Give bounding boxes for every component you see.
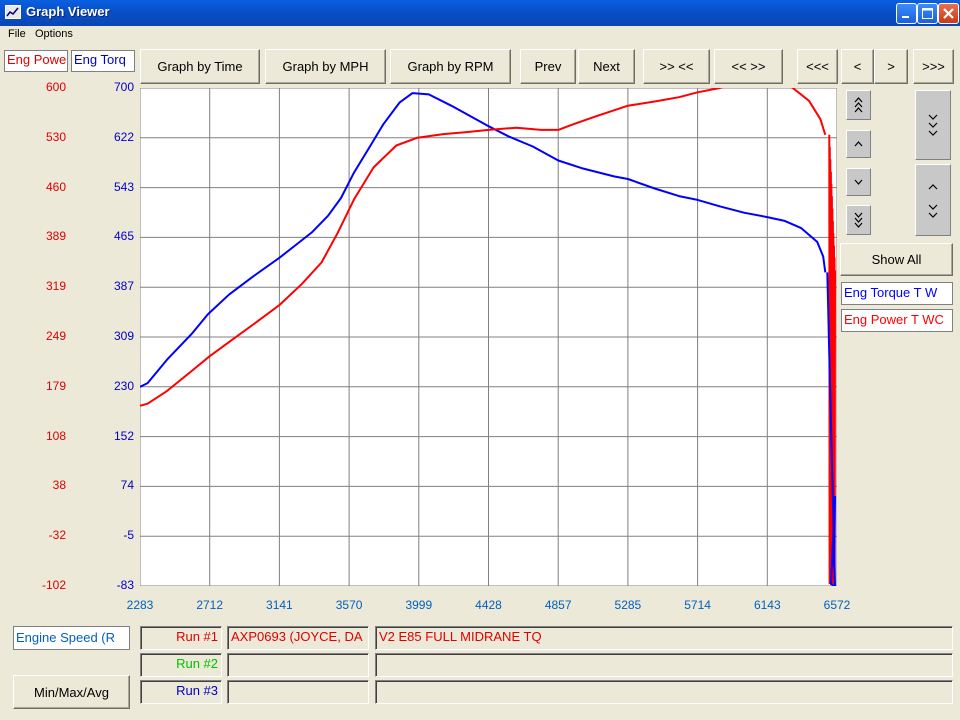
graph-by-mph-button[interactable]: Graph by MPH bbox=[265, 49, 386, 84]
zoom-out-button[interactable]: << >> bbox=[714, 49, 783, 84]
chevrons-up-down-icon bbox=[928, 184, 938, 218]
zoom-y-in-button[interactable] bbox=[915, 90, 951, 160]
title-bar: Graph Viewer bbox=[0, 0, 960, 26]
scroll-far-right-button[interactable]: >>> bbox=[913, 49, 954, 84]
scroll-down-fast-button[interactable] bbox=[846, 205, 871, 235]
legend-torque[interactable]: Eng Torque T W bbox=[841, 282, 953, 305]
power-tick-label: -32 bbox=[48, 528, 66, 543]
menu-options[interactable]: Options bbox=[35, 28, 73, 40]
maximize-icon bbox=[922, 8, 933, 19]
prev-button[interactable]: Prev bbox=[520, 49, 576, 84]
torque-tick-label: 230 bbox=[113, 378, 134, 393]
power-tick-label: 179 bbox=[45, 378, 66, 393]
next-button[interactable]: Next bbox=[578, 49, 635, 84]
menu-bar: File Options bbox=[0, 26, 960, 44]
power-axis-title[interactable]: Eng Powe bbox=[4, 50, 68, 72]
graph-by-time-button[interactable]: Graph by Time bbox=[140, 49, 260, 84]
torque-tick-label: 309 bbox=[113, 329, 134, 343]
minimize-button[interactable] bbox=[896, 3, 917, 24]
rpm-tick-label: 2283 bbox=[126, 598, 154, 612]
power-tick-label: 38 bbox=[52, 478, 66, 493]
rpm-tick-label: 3570 bbox=[335, 598, 363, 612]
window-title: Graph Viewer bbox=[26, 4, 110, 19]
graph-by-rpm-button[interactable]: Graph by RPM bbox=[390, 49, 511, 84]
torque-tick-label: 700 bbox=[113, 80, 134, 94]
torque-tick-label: -83 bbox=[116, 578, 134, 592]
power-tick-label: 389 bbox=[45, 229, 66, 244]
minimize-icon bbox=[902, 16, 909, 18]
close-icon bbox=[943, 8, 954, 19]
legend-power[interactable]: Eng Power T WC bbox=[841, 309, 953, 332]
zoom-in-button[interactable]: >> << bbox=[643, 49, 710, 84]
run-2-file[interactable] bbox=[227, 653, 369, 677]
torque-tick-label: 543 bbox=[113, 179, 134, 194]
scroll-up-fast-button[interactable] bbox=[846, 90, 871, 120]
scroll-right-button[interactable]: > bbox=[874, 49, 908, 84]
chevron-up-icon bbox=[854, 141, 863, 147]
close-button[interactable] bbox=[938, 3, 959, 24]
zoom-y-out-button[interactable] bbox=[915, 164, 951, 236]
run-3-description[interactable] bbox=[375, 680, 953, 704]
rpm-tick-label: 3999 bbox=[405, 598, 433, 612]
rpm-tick-label: 3141 bbox=[266, 598, 293, 612]
run-3-file[interactable] bbox=[227, 680, 369, 704]
power-tick-label: 108 bbox=[45, 428, 66, 443]
run-3-label: Run #3 bbox=[140, 680, 222, 704]
show-all-button[interactable]: Show All bbox=[840, 243, 953, 276]
run-1-label: Run #1 bbox=[140, 626, 222, 650]
scroll-left-button[interactable]: < bbox=[841, 49, 874, 84]
scroll-down-button[interactable] bbox=[846, 168, 871, 196]
torque-tick-label: 74 bbox=[120, 478, 134, 493]
power-series-line bbox=[139, 77, 827, 407]
rpm-tick-label: 6143 bbox=[753, 598, 781, 612]
rpm-tick-label: 4857 bbox=[544, 598, 572, 612]
menu-file[interactable]: File bbox=[8, 28, 26, 40]
double-chevron-up-icon bbox=[854, 97, 863, 113]
x-axis-title[interactable]: Engine Speed (R bbox=[13, 626, 130, 650]
power-tick-label: 249 bbox=[45, 329, 66, 343]
power-tick-label: -102 bbox=[41, 578, 66, 592]
rpm-tick-label: 5714 bbox=[684, 598, 711, 612]
maximize-button[interactable] bbox=[917, 3, 938, 24]
chevron-down-icon bbox=[854, 179, 863, 185]
graph-app-icon bbox=[5, 5, 21, 19]
power-tick-label: 530 bbox=[45, 129, 66, 144]
chart-svg bbox=[139, 77, 838, 588]
power-tick-label: 319 bbox=[45, 279, 66, 294]
power-tick-label: 600 bbox=[45, 80, 66, 94]
plot-area[interactable] bbox=[139, 77, 838, 588]
torque-tick-label: 387 bbox=[113, 279, 134, 294]
run-2-description[interactable] bbox=[375, 653, 953, 677]
double-chevron-down-icon bbox=[854, 212, 863, 228]
scroll-up-button[interactable] bbox=[846, 130, 871, 158]
min-max-avg-button[interactable]: Min/Max/Avg bbox=[13, 675, 130, 709]
scroll-far-left-button[interactable]: <<< bbox=[797, 49, 838, 84]
zoom-y-out-graphic bbox=[924, 177, 942, 221]
rpm-tick-label: 6572 bbox=[823, 598, 851, 612]
torque-series-line bbox=[139, 92, 827, 388]
torque-tick-label: 152 bbox=[113, 428, 134, 443]
chevrons-down-icon bbox=[928, 114, 938, 136]
torque-tick-label: 622 bbox=[113, 129, 134, 144]
rpm-tick-label: 2712 bbox=[196, 598, 224, 612]
run-1-description[interactable]: V2 E85 FULL MIDRANE TQ bbox=[375, 626, 953, 650]
run-2-label: Run #2 bbox=[140, 653, 222, 677]
rpm-tick-label: 5285 bbox=[614, 598, 642, 612]
zoom-y-in-graphic bbox=[924, 103, 942, 147]
run-1-file[interactable]: AXP0693 (JOYCE, DA bbox=[227, 626, 369, 650]
power-tick-label: 460 bbox=[45, 179, 66, 194]
torque-tick-label: -5 bbox=[123, 528, 134, 543]
rpm-tick-label: 4428 bbox=[475, 598, 502, 612]
torque-tick-label: 465 bbox=[113, 229, 134, 244]
torque-axis-title[interactable]: Eng Torq bbox=[71, 50, 135, 72]
